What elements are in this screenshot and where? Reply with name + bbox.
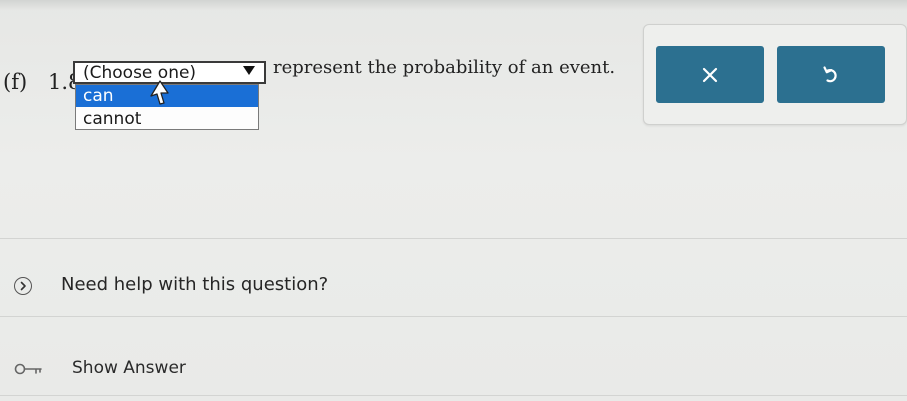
chevron-right-icon: [14, 277, 32, 295]
question-suffix-text: represent the probability of an event.: [273, 57, 616, 78]
undo-button[interactable]: [777, 46, 885, 103]
dropdown-option-cannot[interactable]: cannot: [76, 108, 258, 130]
question-row: (f) 1.89 (Choose one) can cannot represe…: [0, 0, 640, 150]
section-divider: [0, 316, 907, 317]
mouse-cursor-icon: [150, 80, 169, 105]
section-divider: [0, 395, 907, 396]
show-answer-label: Show Answer: [72, 358, 186, 378]
help-label: Need help with this question?: [61, 274, 329, 295]
show-answer-button[interactable]: Show Answer: [14, 352, 894, 388]
close-icon: [702, 67, 718, 82]
question-part-label: (f): [3, 70, 28, 94]
help-toggle[interactable]: Need help with this question?: [14, 268, 894, 308]
dropdown-selected-value: (Choose one): [83, 63, 197, 83]
answer-tools-panel: [643, 24, 907, 125]
undo-icon: [823, 65, 837, 82]
section-divider: [0, 238, 907, 239]
caret-down-icon: [243, 66, 255, 75]
key-icon: [14, 363, 42, 375]
clear-button[interactable]: [656, 46, 764, 103]
